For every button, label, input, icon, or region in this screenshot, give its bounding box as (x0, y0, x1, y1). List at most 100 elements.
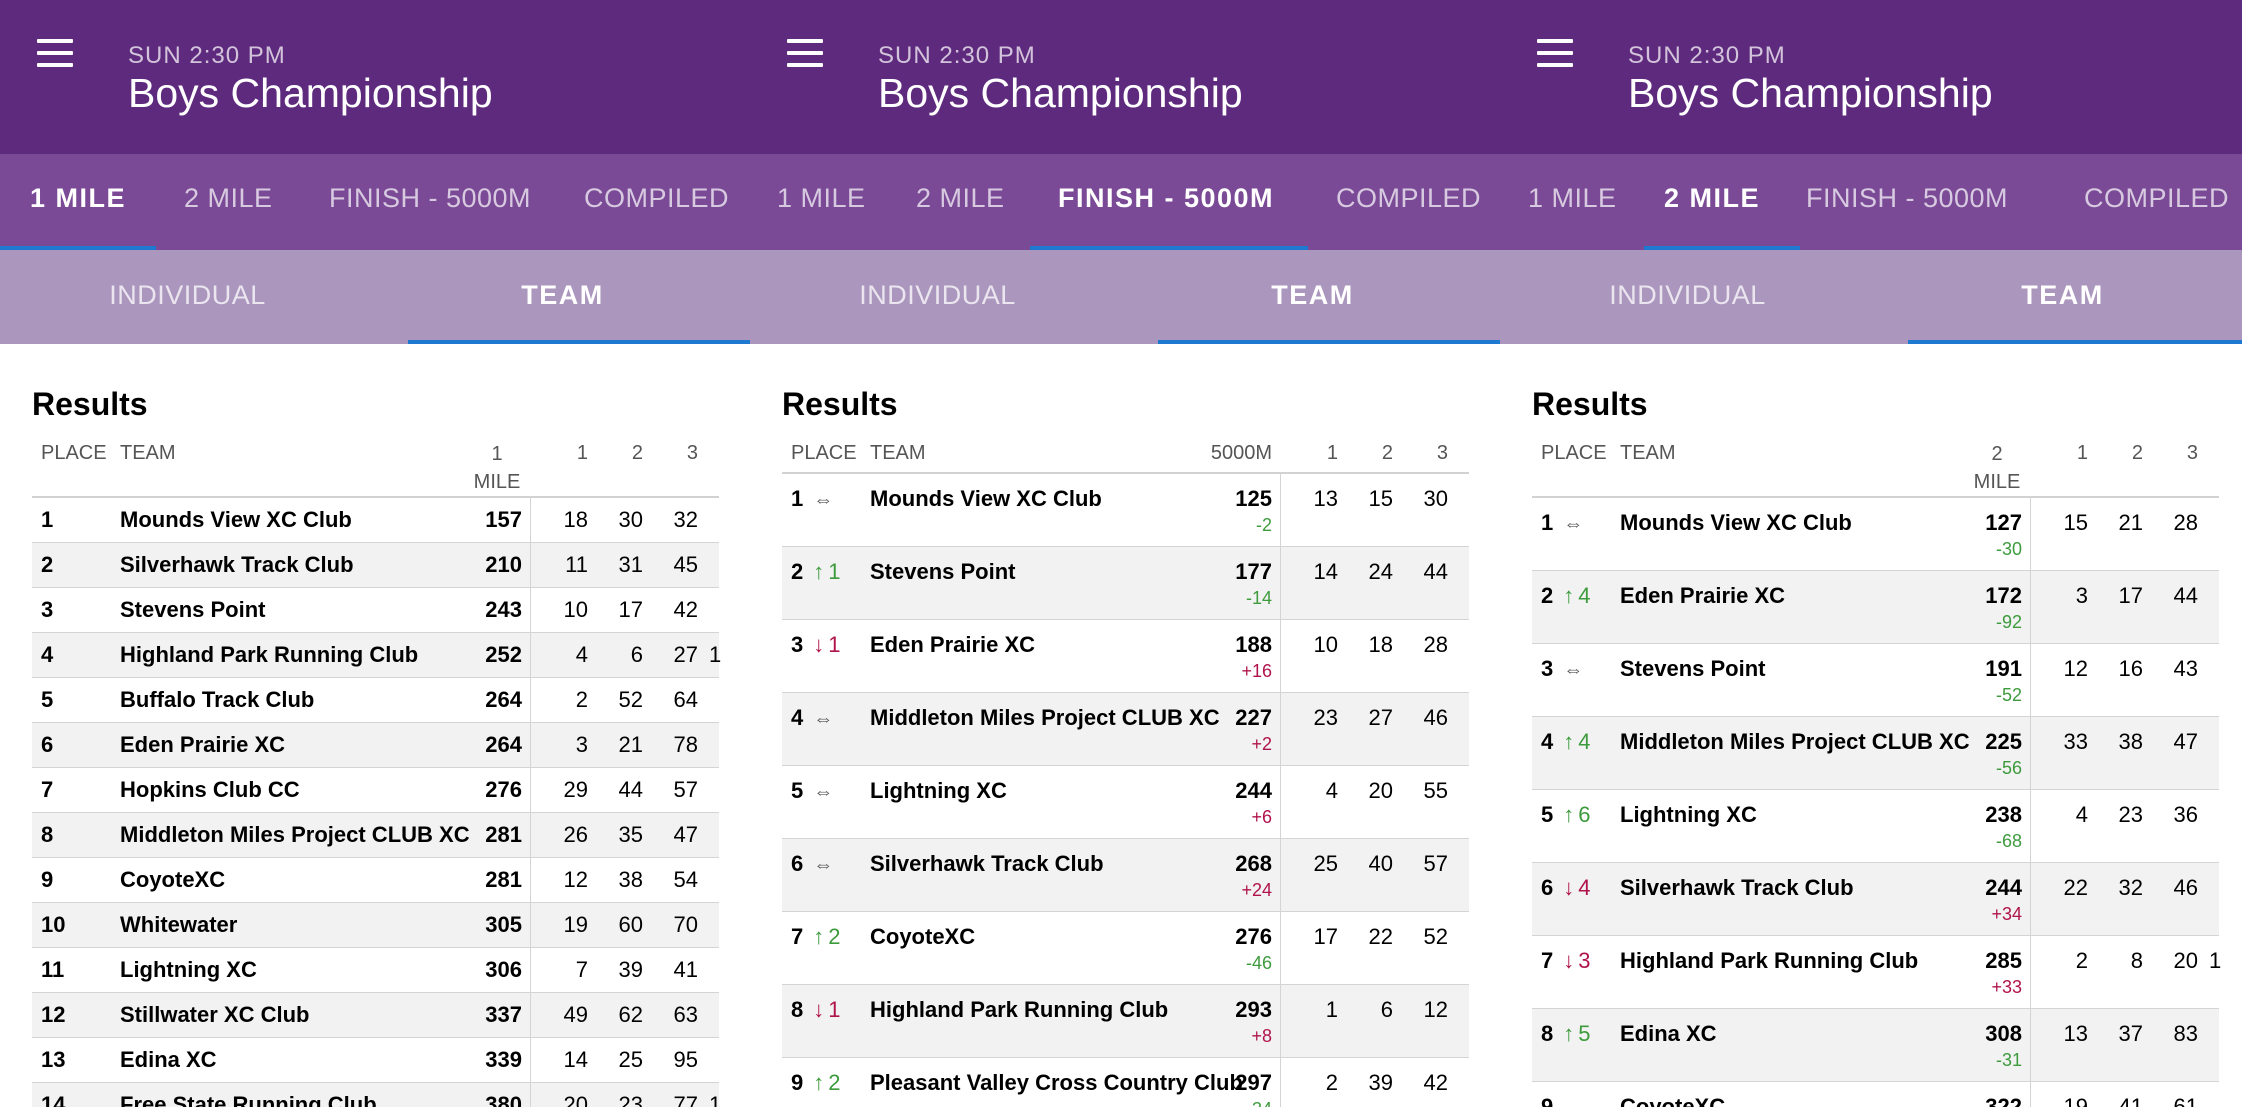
place-cell: 8 (41, 822, 53, 848)
runner-place-2: 38 (2118, 729, 2143, 754)
subtab-team[interactable]: TEAM (1125, 250, 1500, 344)
table-row[interactable]: 8 ↑ 5 Edina XC 308 -31 13 37 83 (1532, 1009, 2219, 1082)
column-runner-1: 1 (576, 442, 588, 464)
runner-place-2: 32 (2118, 875, 2143, 900)
table-row[interactable]: 6 ⇔ Silverhawk Track Club 268 +24 25 40 57 (782, 839, 1469, 912)
tab-2-mile[interactable]: 2 MILE (916, 154, 1005, 250)
column-divider (1280, 620, 1281, 692)
tab-compiled[interactable]: COMPILED (2084, 154, 2229, 250)
table-row[interactable]: 4 ⇔ Middleton Miles Project CLUB XC 227 +2 23… (782, 693, 1469, 766)
menu-icon[interactable] (787, 39, 823, 67)
table-row[interactable]: 2 Silverhawk Track Club 210 11 31 45 (32, 543, 719, 588)
table-row[interactable]: 6 ↓ 4 Silverhawk Track Club 244 +34 22 32 46 (1532, 863, 2219, 936)
runner-place-3: 52 (1423, 924, 1448, 949)
place-change-count: 4 (1578, 729, 1591, 754)
place-change-indicator: ↑ 2 (813, 924, 840, 950)
table-row[interactable]: 8 Middleton Miles Project CLUB XC 281 26 35 4… (32, 813, 719, 858)
team-score: 244 (1235, 778, 1272, 803)
table-row[interactable]: 9 CoyoteXC 281 12 38 54 (32, 858, 719, 903)
team-score: 306 (485, 957, 522, 982)
column-divider (530, 678, 531, 722)
table-row[interactable]: 4 Highland Park Running Club 252 4 6 27 1 (32, 633, 721, 678)
runner-place-1: 4 (2075, 802, 2088, 827)
table-row[interactable]: 11 Lightning XC 306 7 39 41 (32, 948, 719, 993)
results-screen: SUN 2:30 PM Boys Championship 1 MILE 2 MILE… (750, 0, 1500, 1107)
score-change: +6 (1251, 807, 1272, 827)
runner-place-2: 41 (2118, 1094, 2143, 1107)
subtab-individual[interactable]: INDIVIDUAL (1500, 250, 1875, 344)
column-runner-2: 2 (2131, 442, 2143, 464)
score-change: -68 (1995, 831, 2022, 851)
results-table: PLACE TEAM 5000M 1 2 3 1 ⇔ Mounds View XC Club 12… (782, 436, 1469, 1107)
table-row[interactable]: 7 ↓ 3 Highland Park Running Club 285 +33 2 8 20 1 (1532, 936, 2221, 1009)
place-number: 2 (41, 552, 54, 577)
table-row[interactable]: 3 ⇔ Stevens Point 191 -52 12 16 43 (1532, 644, 2219, 717)
event-time: SUN 2:30 PM (128, 42, 286, 69)
tab-compiled[interactable]: COMPILED (1336, 154, 1481, 250)
place-cell: 3 (41, 597, 53, 623)
subtab-team[interactable]: TEAM (375, 250, 750, 344)
table-row[interactable]: 6 Eden Prairie XC 264 3 21 78 (32, 723, 719, 768)
place-change-count: 1 (828, 632, 841, 657)
tab-finish-5000m[interactable]: FINISH - 5000M (1806, 154, 2008, 250)
subtab-team[interactable]: TEAM (1875, 250, 2242, 344)
runner-place-2: 21 (618, 732, 643, 757)
place-number: 6 (791, 851, 804, 876)
runner-place-2: 22 (1368, 924, 1393, 949)
place-cell: 6 ↓ 4 (1541, 875, 1591, 901)
table-row[interactable]: 12 Stillwater XC Club 337 49 62 63 (32, 993, 719, 1038)
table-row[interactable]: 8 ↓ 1 Highland Park Running Club 293 +8 1 6 12 (782, 985, 1469, 1058)
table-row[interactable]: 2 ↑ 4 Eden Prairie XC 172 -92 3 17 44 (1532, 571, 2219, 644)
tab-1-mile[interactable]: 1 MILE (777, 154, 866, 250)
place-change-indicator: ⇔ (813, 489, 833, 512)
table-row[interactable]: 9 ↑ 2 Pleasant Valley Cross Country Club 297… (782, 1058, 1469, 1107)
runner-place-1: 13 (2063, 1021, 2088, 1046)
score-change: +16 (1241, 661, 1272, 681)
no-change-icon: ⇔ (813, 781, 834, 803)
column-divider (530, 768, 531, 812)
tab-finish-5000m[interactable]: FINISH - 5000M (329, 154, 531, 250)
subtab-individual[interactable]: INDIVIDUAL (0, 250, 375, 344)
table-row[interactable]: 14 Free State Running Club 380 20 23 77 1 (32, 1083, 721, 1107)
table-row[interactable]: 10 Whitewater 305 19 60 70 (32, 903, 719, 948)
tab-2-mile[interactable]: 2 MILE (184, 154, 273, 250)
table-row[interactable]: 1 Mounds View XC Club 157 18 30 32 (32, 498, 719, 543)
runner-place-2: 25 (618, 1047, 643, 1072)
menu-icon-bar (37, 63, 73, 67)
table-row[interactable]: 3 ↓ 1 Eden Prairie XC 188 +16 10 18 28 (782, 620, 1469, 693)
table-row[interactable]: 5 Buffalo Track Club 264 2 52 64 (32, 678, 719, 723)
table-row[interactable]: 9⇔CoyoteXC322194161 (1532, 1082, 2219, 1107)
race-tabs: 1 MILE 2 MILE FINISH - 5000M COMPILED (0, 154, 750, 250)
runner-place-3: 63 (673, 1002, 698, 1027)
tab-2-mile[interactable]: 2 MILE (1664, 154, 1760, 250)
tab-1-mile[interactable]: 1 MILE (30, 154, 126, 250)
table-row[interactable]: 7 Hopkins Club CC 276 29 44 57 (32, 768, 719, 813)
table-row[interactable]: 7 ↑ 2 CoyoteXC 276 -46 17 22 52 (782, 912, 1469, 985)
column-divider (2030, 498, 2031, 570)
subtab-individual[interactable]: INDIVIDUAL (750, 250, 1125, 344)
table-row[interactable]: 5 ↑ 6 Lightning XC 238 -68 4 23 36 (1532, 790, 2219, 863)
table-row[interactable]: 3 Stevens Point 243 10 17 42 (32, 588, 719, 633)
table-row[interactable]: 4 ↑ 4 Middleton Miles Project CLUB XC 225 -56… (1532, 717, 2219, 790)
runner-place-1: 26 (563, 822, 588, 847)
runner-place-2: 24 (1368, 559, 1393, 584)
runner-place-2: 39 (1368, 1070, 1393, 1095)
team-score: 281 (485, 822, 522, 847)
runner-place-3: 54 (673, 867, 698, 892)
team-score: 276 (1235, 924, 1272, 949)
app-header: SUN 2:30 PM Boys Championship (1500, 0, 2242, 160)
menu-icon[interactable] (1537, 39, 1573, 67)
runner-place-3: 46 (2173, 875, 2198, 900)
tab-compiled[interactable]: COMPILED (584, 154, 729, 250)
place-number: 5 (791, 778, 804, 803)
tab-finish-5000m[interactable]: FINISH - 5000M (1058, 154, 1274, 250)
table-row[interactable]: 1 ⇔ Mounds View XC Club 127 -30 15 21 28 (1532, 498, 2219, 571)
table-row[interactable]: 13 Edina XC 339 14 25 95 (32, 1038, 719, 1083)
results-title: Results (1532, 386, 1648, 422)
team-score: 172 (1985, 583, 2022, 608)
table-row[interactable]: 5 ⇔ Lightning XC 244 +6 4 20 55 (782, 766, 1469, 839)
tab-1-mile[interactable]: 1 MILE (1528, 154, 1617, 250)
table-row[interactable]: 1 ⇔ Mounds View XC Club 125 -2 13 15 30 (782, 474, 1469, 547)
menu-icon[interactable] (37, 39, 73, 67)
table-row[interactable]: 2 ↑ 1 Stevens Point 177 -14 14 24 44 (782, 547, 1469, 620)
